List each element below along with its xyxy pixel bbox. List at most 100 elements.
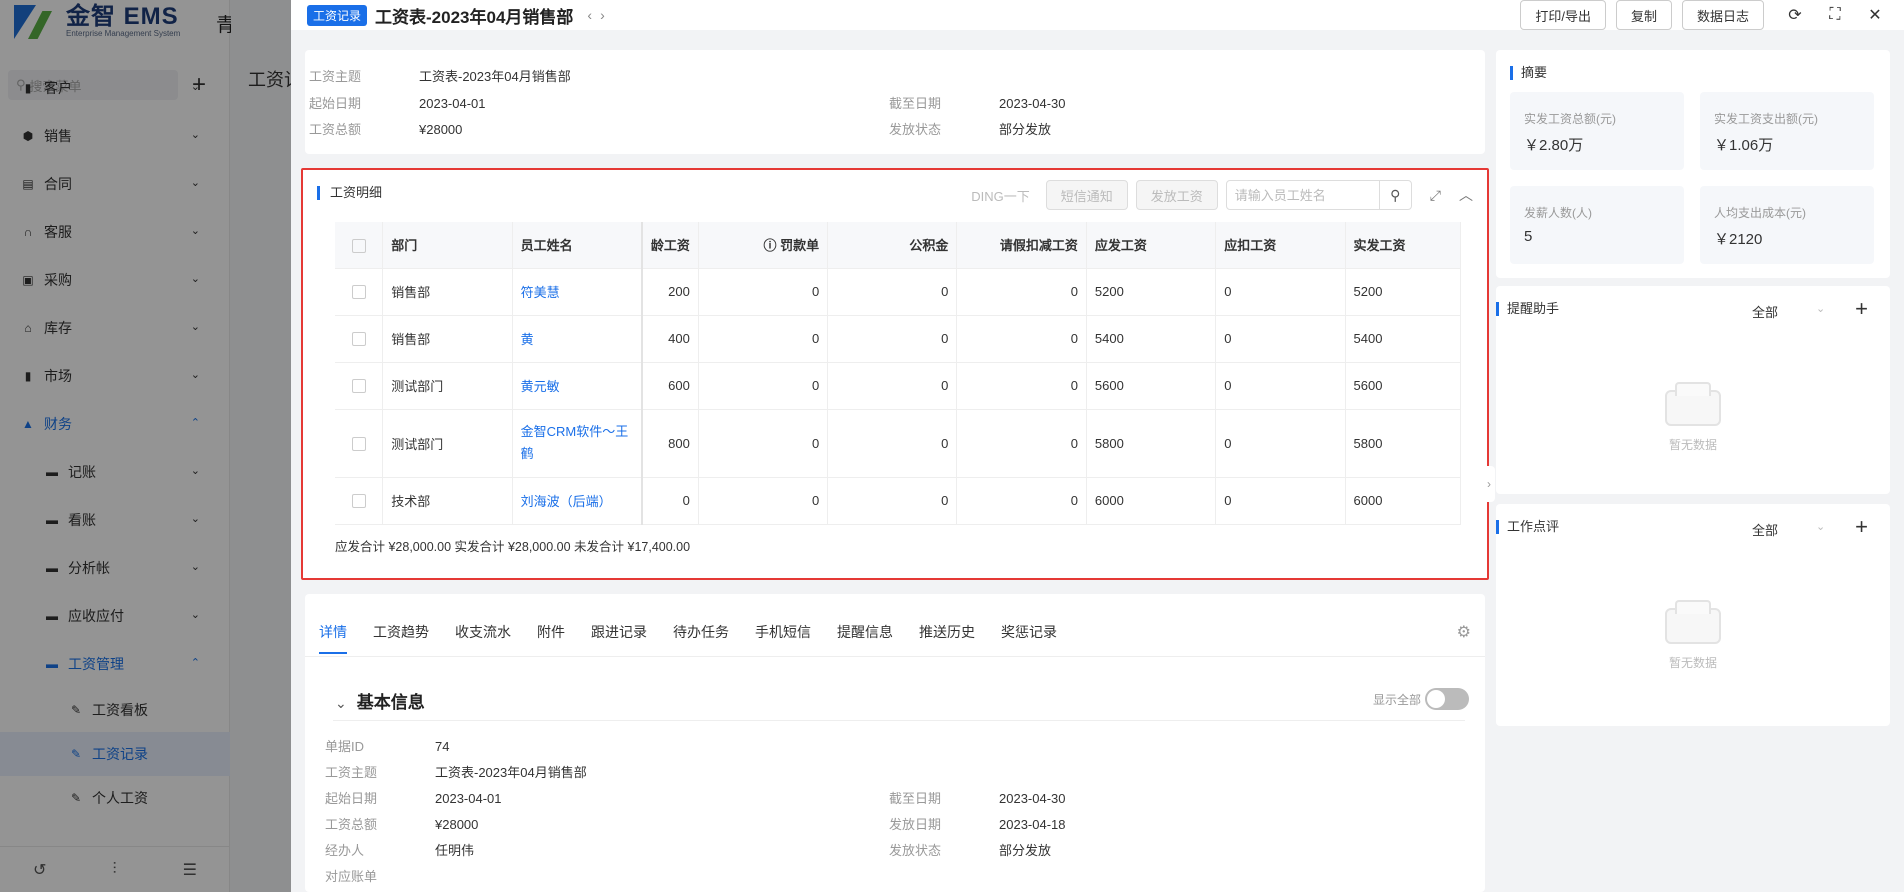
- table-row[interactable]: 测试部门 金智CRM软件～王鹤 800 0 0 0 5800 0 5800: [335, 409, 1462, 478]
- tab-todo[interactable]: 待办任务: [673, 622, 729, 654]
- fullscreen-icon[interactable]: ⛶: [1826, 6, 1844, 24]
- copy-button[interactable]: 复制: [1615, 0, 1672, 30]
- tab-sms[interactable]: 手机短信: [755, 622, 811, 654]
- employee-link[interactable]: 符美慧: [521, 285, 560, 300]
- tab-push-history[interactable]: 推送历史: [919, 622, 975, 654]
- cell-age-salary: 400: [641, 315, 699, 363]
- reminder-title: 提醒助手: [1496, 302, 1559, 316]
- field-label: 经办人: [325, 843, 365, 858]
- cell-dept: 技术部: [382, 477, 513, 525]
- chevron-down-icon[interactable]: ⌄: [1816, 520, 1825, 533]
- basic-info-title: 基本信息: [356, 693, 425, 712]
- empty-text: 暂无数据: [1668, 656, 1717, 670]
- select-all-cell: [335, 222, 384, 269]
- status-value: 部分发放: [999, 122, 1052, 137]
- ding-button[interactable]: DING一下: [971, 186, 1030, 205]
- col-employee: 员工姓名: [512, 222, 643, 269]
- chevron-right-icon[interactable]: ›: [1483, 466, 1495, 502]
- sms-notify-button[interactable]: 短信通知: [1045, 180, 1128, 210]
- employee-link[interactable]: 刘海波（后端）: [521, 494, 612, 509]
- cell-dept: 销售部: [382, 268, 513, 316]
- table-header-row: 部门 员工姓名 龄工资 ⓘ 罚款单 公积金 请假扣减工资 应发工资 应扣工资 实…: [335, 222, 1462, 269]
- cell-dept: 销售部: [382, 315, 513, 363]
- table-row[interactable]: 销售部 黄 400 0 0 0 5400 0 5400: [335, 315, 1462, 363]
- salary-summary: 应发合计 ¥28,000.00 实发合计 ¥28,000.00 未发合计 ¥17…: [335, 540, 691, 554]
- cell-due-salary: 5200: [1086, 268, 1217, 316]
- tab-rewards[interactable]: 奖惩记录: [1001, 622, 1057, 654]
- cell-due-salary: 6000: [1086, 477, 1217, 525]
- add-reminder-icon[interactable]: +: [1855, 296, 1868, 322]
- cell-employee: 符美慧: [512, 268, 643, 316]
- record-type-tag: 工资记录: [307, 4, 368, 26]
- cell-dept: 测试部门: [382, 409, 513, 478]
- field-value: 工资表-2023年04月销售部: [435, 765, 587, 780]
- row-checkbox[interactable]: [351, 494, 366, 509]
- cell-employee: 黄: [512, 315, 643, 363]
- field-value: 部分发放: [999, 843, 1052, 858]
- row-select-cell: [335, 268, 384, 316]
- tab-attachments[interactable]: 附件: [537, 622, 565, 654]
- data-log-button[interactable]: 数据日志: [1681, 0, 1764, 30]
- tab-details[interactable]: 详情: [319, 622, 347, 654]
- cell-leave-deduction: 0: [956, 268, 1087, 316]
- cell-deduct-salary: 0: [1215, 315, 1346, 363]
- salary-detail-title: 工资明细: [317, 186, 382, 200]
- cell-deduct-salary: 0: [1215, 362, 1346, 410]
- reminder-filter[interactable]: 全部: [1752, 302, 1778, 321]
- basic-info-header[interactable]: ⌄ 基本信息: [335, 688, 425, 713]
- gear-icon[interactable]: ⚙: [1457, 622, 1471, 642]
- table-row[interactable]: 技术部 刘海波（后端） 0 0 0 0 6000 0 6000: [335, 477, 1462, 525]
- tab-reminders[interactable]: 提醒信息: [837, 622, 893, 654]
- chevron-down-icon: ⌄: [335, 695, 347, 711]
- review-title: 工作点评: [1496, 520, 1559, 534]
- employee-link[interactable]: 黄元敏: [521, 379, 560, 394]
- empty-box-icon: [1665, 600, 1721, 644]
- prev-next-icon[interactable]: ‹›: [587, 7, 612, 23]
- collapse-up-icon[interactable]: ︿: [1459, 185, 1473, 205]
- col-age-salary: 龄工资: [641, 222, 699, 269]
- stat-avg-cost: 人均支出成本(元) ￥2120: [1700, 186, 1874, 264]
- expand-icon[interactable]: ⤢: [1430, 187, 1441, 204]
- field-value: ¥28000: [435, 817, 479, 832]
- chevron-down-icon[interactable]: ⌄: [1816, 302, 1825, 315]
- cell-due-salary: 5600: [1086, 362, 1217, 410]
- tab-follow-up[interactable]: 跟进记录: [591, 622, 647, 654]
- cell-paid-salary: 5200: [1345, 268, 1462, 316]
- field-value: 2023-04-01: [435, 791, 502, 806]
- search-icon[interactable]: ⚲: [1378, 181, 1411, 209]
- empty-text: 暂无数据: [1668, 438, 1717, 452]
- print-export-button[interactable]: 打印/导出: [1520, 0, 1606, 30]
- tabs-card: 详情 工资趋势 收支流水 附件 跟进记录 待办任务 手机短信 提醒信息 推送历史…: [305, 594, 1485, 892]
- row-checkbox[interactable]: [351, 285, 366, 300]
- show-all-toggle[interactable]: [1425, 688, 1469, 710]
- close-icon[interactable]: ✕: [1866, 5, 1884, 25]
- row-checkbox[interactable]: [351, 332, 366, 347]
- tab-cash-flow[interactable]: 收支流水: [455, 622, 511, 654]
- subject-label: 工资主题: [309, 69, 362, 84]
- review-filter[interactable]: 全部: [1752, 520, 1778, 539]
- cell-employee: 金智CRM软件～王鹤: [512, 409, 643, 478]
- tab-salary-trend[interactable]: 工资趋势: [373, 622, 429, 654]
- refresh-icon[interactable]: ⟳: [1786, 5, 1804, 25]
- row-checkbox[interactable]: [351, 379, 366, 394]
- show-all-toggle-row: 显示全部: [1373, 688, 1469, 710]
- salary-detail-card: 工资明细 DING一下 短信通知 发放工资 ⚲ ⤢ ︿ 部门 员工姓名 龄工资 …: [301, 168, 1489, 580]
- stat-label: 发薪人数(人): [1524, 206, 1592, 220]
- employee-link[interactable]: 金智CRM软件～王鹤: [521, 424, 629, 461]
- cell-paid-salary: 5400: [1345, 315, 1462, 363]
- add-review-icon[interactable]: +: [1855, 514, 1868, 540]
- summary-title: 摘要: [1510, 66, 1547, 80]
- cell-housing-fund: 0: [827, 362, 958, 410]
- field-label: 工资主题: [325, 765, 378, 780]
- employee-search-input[interactable]: [1226, 187, 1377, 203]
- table-row[interactable]: 销售部 符美慧 200 0 0 0 5200 0 5200: [335, 268, 1462, 316]
- row-checkbox[interactable]: [351, 436, 366, 451]
- employee-link[interactable]: 黄: [521, 332, 534, 347]
- select-all-checkbox[interactable]: [351, 238, 366, 253]
- table-row[interactable]: 测试部门 黄元敏 600 0 0 0 5600 0 5600: [335, 362, 1462, 410]
- cell-housing-fund: 0: [827, 409, 958, 478]
- pay-salary-button[interactable]: 发放工资: [1135, 180, 1218, 210]
- end-date-label: 截至日期: [889, 96, 942, 111]
- field-label: 工资总额: [325, 817, 378, 832]
- employee-search: ⚲: [1225, 180, 1412, 210]
